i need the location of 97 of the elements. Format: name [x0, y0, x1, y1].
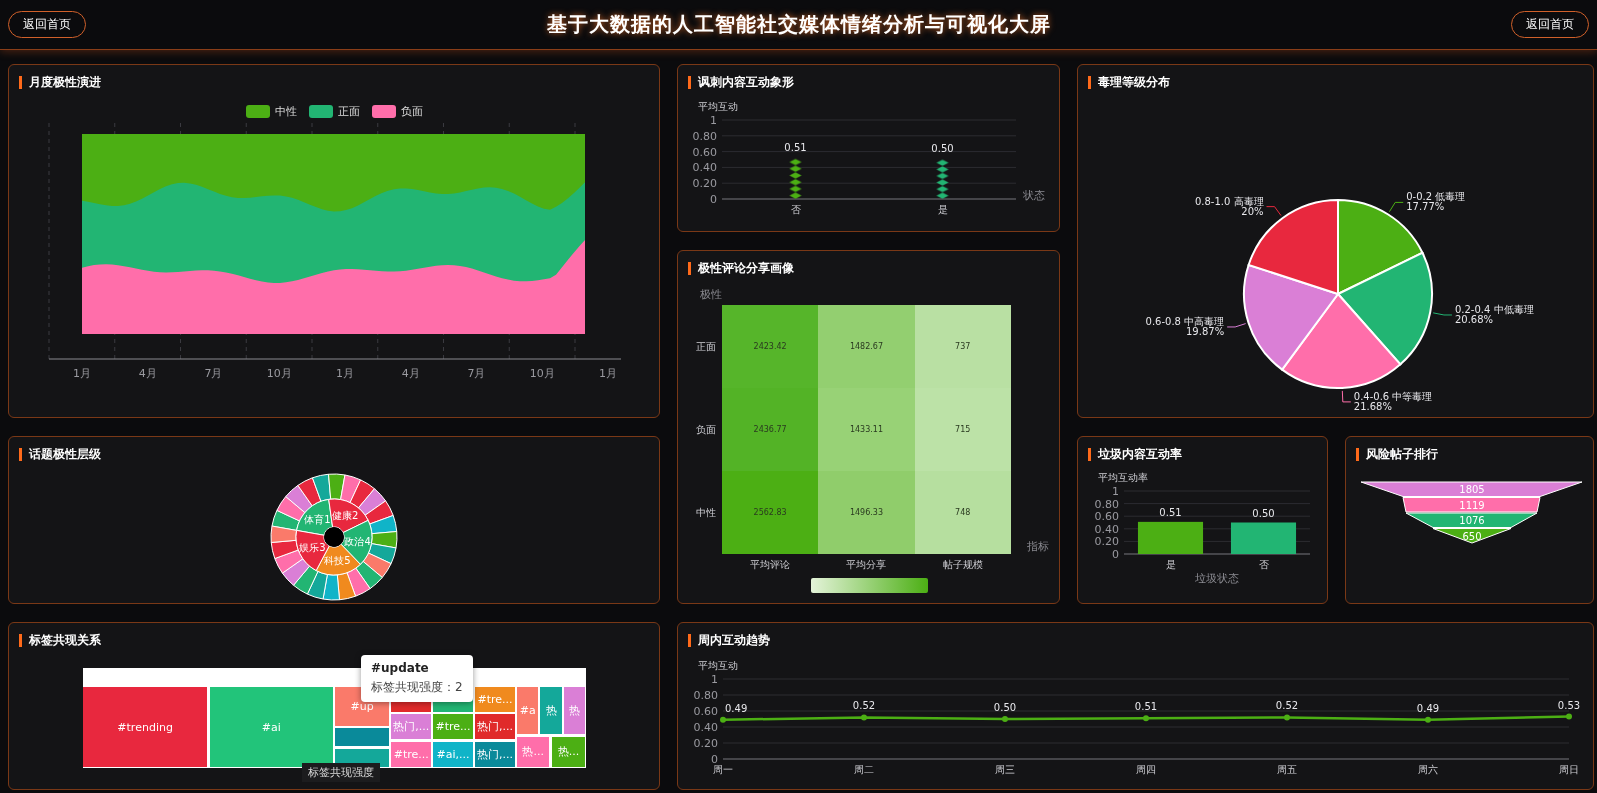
data-label: 0.53 [1557, 699, 1581, 711]
panel-title: 标签共现关系 [19, 633, 101, 647]
axis-label: 0.60 [693, 705, 718, 718]
axis-title: 极性 [700, 287, 722, 303]
axis-label: 否 [1258, 559, 1269, 570]
data-label: 0.50 [1252, 507, 1275, 519]
axis-label: 4月 [138, 367, 157, 380]
axis-label: 0.40 [692, 161, 717, 175]
data-label: 0.50 [931, 142, 954, 154]
data-label: 0.52 [1275, 700, 1299, 712]
data-label: 0.50 [993, 702, 1017, 713]
data-label: 0.51 [784, 141, 807, 153]
axis-label: 1 [1112, 485, 1119, 498]
heatmap-cell: 2562.83 [722, 471, 819, 554]
axis-label: 周二 [854, 764, 874, 775]
axis-label: 4月 [401, 367, 420, 380]
axis-label: 周六 [1418, 764, 1438, 775]
segment-label: 娱乐3 [299, 542, 326, 553]
axis-label: 1月 [599, 367, 617, 380]
panel-title: 极性评论分享画像 [688, 261, 794, 275]
axis-label: 10月 [266, 367, 292, 380]
axis-title: 平均互动 [698, 660, 738, 671]
axis-label: 0 [711, 753, 718, 766]
heatmap-cell: 737 [914, 305, 1011, 388]
axis-label: 平均评论 [750, 558, 791, 572]
axis-label: 否 [790, 204, 801, 215]
axis-title: 平均互动 [698, 101, 738, 112]
axis-title: 状态 [1023, 189, 1045, 202]
tooltip-title: #update [371, 661, 430, 675]
axis-label: 是 [1165, 559, 1176, 570]
data-label: 0.49 [1416, 702, 1440, 714]
axis-label: 10月 [529, 367, 555, 380]
data-label: 0.51 [1159, 506, 1182, 518]
heatmap-cell: 748 [914, 471, 1011, 554]
axis-label: 0.40 [693, 721, 718, 734]
heatmap-cell: 715 [914, 388, 1011, 471]
axis-label: 正面 [696, 339, 717, 354]
axis-label: 负面 [696, 422, 717, 437]
slice-label: 0.2-0.4 中低毒理 20.68% [1454, 303, 1534, 325]
segment-label: 科技5 [324, 555, 351, 567]
axis-label: 周五 [1277, 764, 1297, 775]
slice-label: 0.8-1.0 高毒理 20% [1194, 195, 1264, 217]
axis-label: 7月 [467, 367, 486, 380]
axis-label: 1月 [73, 367, 91, 380]
axis-label: 0.80 [692, 129, 717, 143]
axis-label: 平均分享 [846, 558, 887, 572]
axis-label: 7月 [204, 367, 223, 380]
funnel-value: 650 [1462, 530, 1482, 542]
axis-title: 垃圾状态 [1195, 572, 1239, 585]
axis-title: 指标 [1026, 539, 1049, 554]
axis-title: 平均互动率 [1098, 472, 1148, 483]
axis-label: 周三 [995, 764, 1015, 775]
axis-label: 0 [1112, 548, 1119, 561]
heatmap-cell: 1482.67 [818, 305, 915, 388]
panel-title: 话题极性层级 [19, 447, 101, 461]
slice-label: 0.6-0.8 中高毒理 19.87% [1145, 315, 1225, 337]
panel-title: 垃圾内容互动率 [1088, 447, 1182, 461]
axis-label: 0.60 [1094, 510, 1119, 524]
panel-title: 月度极性演进 [19, 75, 101, 89]
slice-label: 0.4-0.6 中等毒理 21.68% [1353, 390, 1433, 412]
segment-label: 健康2 [332, 510, 359, 522]
heatmap-cell: 2423.42 [722, 305, 819, 388]
heatmap-cell: 1496.33 [818, 471, 915, 554]
axis-label: 1月 [336, 367, 354, 380]
axis-label: 0.40 [1094, 522, 1119, 536]
panel-title: 毒理等级分布 [1088, 75, 1170, 89]
axis-label: 周一 [713, 764, 733, 775]
segment-label: 政治4 [344, 535, 371, 547]
axis-label: 1 [711, 673, 718, 686]
panel-title: 周内互动趋势 [688, 633, 770, 647]
funnel-value: 1119 [1459, 499, 1485, 511]
axis-label: 是 [937, 204, 948, 215]
heatmap-cell: 1433.11 [818, 388, 915, 471]
funnel-value: 1076 [1459, 515, 1485, 526]
axis-label: 0 [710, 193, 717, 206]
axis-label: 0.20 [693, 737, 718, 750]
axis-label: 0.80 [1094, 497, 1119, 511]
axis-label: 0.20 [692, 177, 717, 191]
slice-label: 0-0.2 低毒理 17.77% [1406, 191, 1466, 213]
axis-label: 0.20 [1094, 535, 1119, 549]
axis-label: 周日 [1559, 764, 1579, 775]
data-label: 0.49 [725, 702, 748, 714]
dashboard-title: 基于大数据的人工智能社交媒体情绪分析与可视化大屏 [546, 11, 1051, 38]
axis-label: 帖子规模 [942, 558, 983, 572]
axis-label: 中性 [696, 505, 717, 520]
axis-label: 1 [710, 114, 717, 127]
funnel-value: 1805 [1459, 484, 1485, 495]
segment-label: 体育1 [304, 514, 331, 526]
heatmap-cell: 2436.77 [722, 388, 819, 471]
axis-label: 0.60 [692, 145, 717, 159]
scale-label-tooltip: 标签共现强度 [302, 763, 380, 782]
data-label: 0.52 [852, 700, 876, 712]
axis-label: 周四 [1136, 764, 1156, 775]
panel-title: 风险帖子排行 [1356, 447, 1438, 461]
data-label: 0.51 [1134, 701, 1158, 713]
axis-label: 0.80 [693, 689, 718, 702]
panel-title: 讽刺内容互动象形 [688, 75, 794, 89]
